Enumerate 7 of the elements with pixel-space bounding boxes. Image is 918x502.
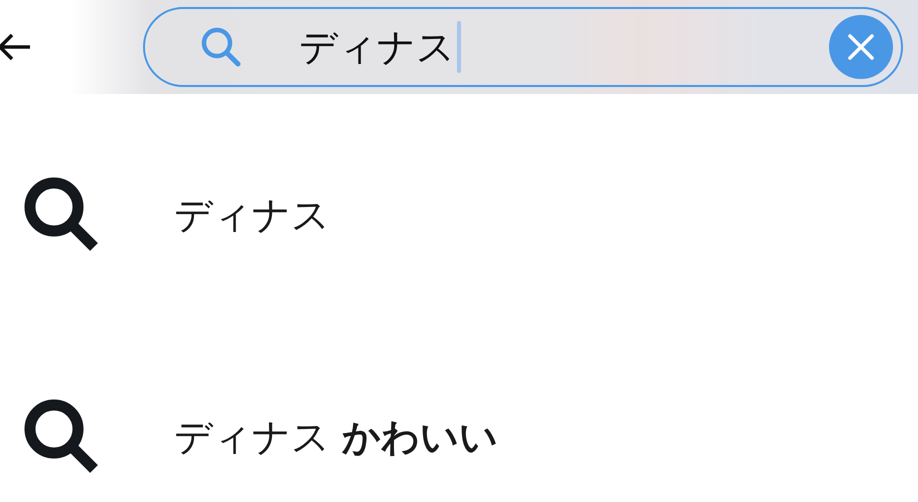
- suggestion-item[interactable]: ディナス: [174, 190, 330, 240]
- suggestion-item[interactable]: ディナス かわいい: [174, 412, 498, 462]
- search-text: ディナス: [299, 28, 455, 66]
- close-icon: [846, 32, 876, 62]
- clear-button[interactable]: [829, 15, 893, 79]
- text-cursor: [457, 21, 461, 73]
- search-field[interactable]: ディナス: [143, 7, 903, 87]
